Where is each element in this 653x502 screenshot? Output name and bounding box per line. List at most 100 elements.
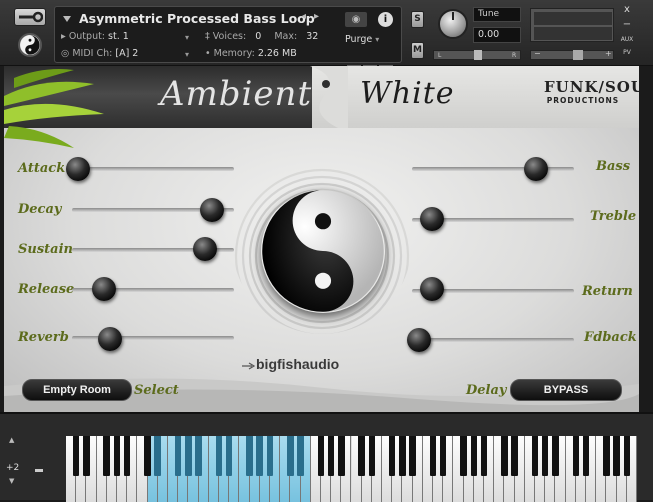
reverb-track[interactable] [72, 336, 234, 340]
black-key[interactable] [113, 436, 121, 476]
minimize-icon[interactable]: − [619, 19, 635, 30]
octave-down-icon[interactable]: ▼ [9, 477, 14, 485]
pitch-mod-wheel[interactable] [32, 444, 44, 496]
octave-up-icon[interactable]: ▲ [9, 436, 14, 444]
aux-button[interactable]: AUX [619, 36, 635, 43]
fdback-track[interactable] [412, 338, 574, 342]
black-key[interactable] [83, 436, 90, 476]
black-key[interactable] [287, 436, 294, 476]
sustain-knob[interactable] [193, 237, 217, 261]
return-knob[interactable] [420, 277, 444, 301]
mute-button[interactable]: M [411, 42, 424, 59]
black-key[interactable] [531, 436, 539, 476]
black-key[interactable] [174, 436, 182, 476]
tune-label: Tune [473, 7, 521, 22]
return-label: Return [582, 284, 633, 299]
fdback-knob[interactable] [407, 328, 431, 352]
black-key[interactable] [266, 436, 274, 476]
tune-value[interactable]: 0.00 [473, 27, 521, 43]
memory-icon: • [205, 48, 211, 59]
instrument-icon[interactable] [18, 33, 42, 57]
black-key[interactable] [368, 436, 376, 476]
black-key[interactable] [103, 436, 110, 476]
black-key[interactable] [511, 436, 518, 476]
black-key[interactable] [317, 436, 325, 476]
black-key[interactable] [185, 436, 192, 476]
black-key[interactable] [215, 436, 223, 476]
yin-yang-icon [20, 35, 40, 55]
release-label: Release [18, 282, 75, 297]
wrench-tool-button[interactable] [14, 8, 46, 26]
black-key[interactable] [501, 436, 508, 476]
black-key[interactable] [225, 436, 233, 476]
black-key[interactable] [338, 436, 345, 476]
attack-track[interactable] [72, 167, 234, 171]
black-key[interactable] [582, 436, 590, 476]
pan-slider[interactable]: L R [433, 50, 521, 60]
black-key[interactable] [327, 436, 335, 476]
output-icon: ▸ [61, 31, 66, 42]
black-key[interactable] [470, 436, 478, 476]
volume-slider[interactable]: − + [530, 49, 614, 60]
pan-left-label: L [438, 52, 442, 59]
prev-instrument-icon[interactable]: ◂ [301, 11, 306, 22]
meter-right-channel [534, 27, 612, 40]
black-key[interactable] [358, 436, 365, 476]
black-key[interactable] [429, 436, 437, 476]
volume-thumb[interactable] [573, 50, 583, 60]
pv-button[interactable]: PV [619, 49, 635, 56]
midi-value: [A] 2 [115, 48, 139, 59]
bass-knob[interactable] [524, 157, 548, 181]
bass-track[interactable] [412, 167, 574, 171]
black-key[interactable] [195, 436, 202, 476]
info-button[interactable]: i [378, 12, 393, 27]
black-key[interactable] [123, 436, 131, 476]
attack-knob[interactable] [66, 157, 90, 181]
release-knob[interactable] [92, 277, 116, 301]
black-key[interactable] [246, 436, 253, 476]
black-key[interactable] [603, 436, 610, 476]
black-key[interactable] [297, 436, 304, 476]
black-key[interactable] [439, 436, 447, 476]
midi-dropdown-icon[interactable]: ▾ [185, 50, 189, 59]
black-key[interactable] [154, 436, 161, 476]
collapse-triangle-icon[interactable] [63, 16, 71, 22]
reverb-knob[interactable] [98, 327, 122, 351]
black-key[interactable] [552, 436, 559, 476]
black-key[interactable] [409, 436, 416, 476]
black-key[interactable] [623, 436, 630, 476]
black-key[interactable] [72, 436, 80, 476]
black-key[interactable] [572, 436, 580, 476]
output-selector[interactable]: ▸ Output: st. 1 [61, 31, 129, 42]
decay-label: Decay [18, 202, 62, 217]
piano-keyboard[interactable] [66, 436, 637, 502]
purge-dropdown-icon: ▾ [375, 35, 380, 44]
black-key[interactable] [480, 436, 488, 476]
voices-label: Voices: [212, 31, 247, 42]
black-key[interactable] [144, 436, 151, 476]
decay-knob[interactable] [200, 198, 224, 222]
delay-select[interactable]: BYPASS [510, 379, 622, 401]
black-key[interactable] [388, 436, 396, 476]
keyboard-area: ▲ +2 ▼ [0, 412, 653, 502]
snapshot-camera-button[interactable]: ◉ [345, 12, 367, 27]
tune-knob[interactable] [438, 9, 468, 39]
midi-channel-selector[interactable]: ◎ MIDI Ch: [A] 2 [61, 48, 138, 59]
solo-button[interactable]: S [411, 11, 424, 28]
purge-dropdown[interactable]: Purge ▾ [345, 34, 379, 45]
black-key[interactable] [399, 436, 406, 476]
reverb-room-select[interactable]: Empty Room [22, 379, 132, 401]
level-meter [530, 8, 614, 42]
black-key[interactable] [460, 436, 467, 476]
black-key[interactable] [613, 436, 620, 476]
pan-thumb[interactable] [474, 50, 482, 60]
close-icon[interactable]: x [619, 4, 635, 15]
max-voices-value[interactable]: 32 [306, 31, 318, 42]
black-key[interactable] [541, 436, 549, 476]
black-key[interactable] [256, 436, 263, 476]
instrument-name: Asymmetric Processed Bass Loop [79, 11, 315, 26]
next-instrument-icon[interactable]: ▸ [314, 11, 319, 22]
octave-value: +2 [6, 463, 20, 473]
treble-knob[interactable] [420, 207, 444, 231]
output-dropdown-icon[interactable]: ▾ [185, 33, 189, 42]
